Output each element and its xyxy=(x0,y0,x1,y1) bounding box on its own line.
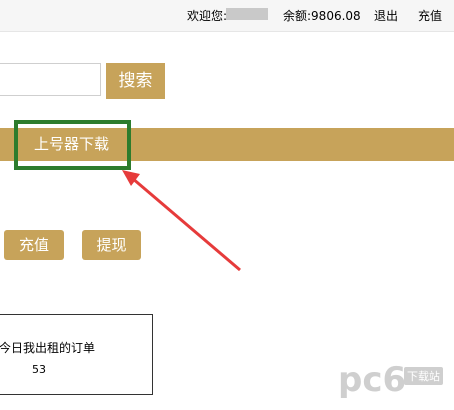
order-card-title: 今日我出租的订单 xyxy=(0,341,96,355)
arrow-shaft xyxy=(131,176,241,272)
watermark-logo-text: pc6 xyxy=(338,360,407,400)
recharge-button[interactable]: 充值 xyxy=(4,230,64,260)
order-summary-card: 今日我出租的订单 53 xyxy=(0,314,153,395)
order-card-count: 53 xyxy=(32,363,46,376)
watermark-sub-text: 下载站 xyxy=(404,367,443,385)
withdraw-button[interactable]: 提现 xyxy=(82,230,141,260)
watermark-logo: pc6 下载站 xyxy=(338,360,448,404)
